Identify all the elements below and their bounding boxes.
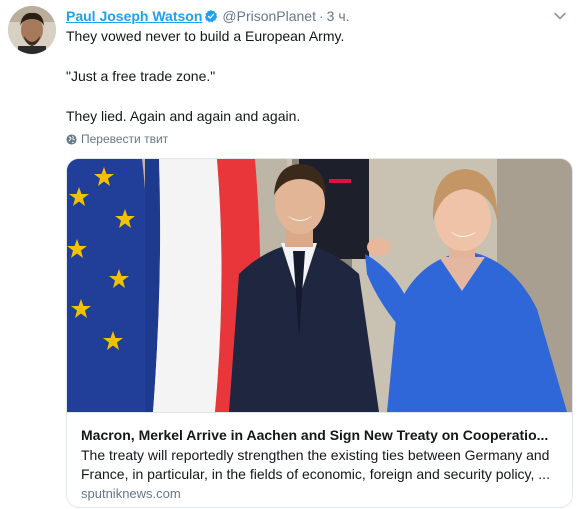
avatar-image — [8, 6, 56, 54]
translate-tweet-link[interactable]: Перевести твит — [66, 131, 168, 147]
chevron-down-icon[interactable] — [553, 9, 567, 23]
link-card[interactable]: Macron, Merkel Arrive in Aachen and Sign… — [66, 158, 573, 508]
card-body: Macron, Merkel Arrive in Aachen and Sign… — [67, 412, 572, 507]
card-domain: sputniknews.com — [81, 486, 181, 501]
card-image — [67, 159, 572, 412]
author-name[interactable]: Paul Joseph Watson — [66, 8, 202, 24]
card-description: The treaty will reportedly strengthen th… — [81, 446, 559, 484]
tweet-header: Paul Joseph Watson @PrisonPlanet · 3 ч. — [66, 7, 579, 27]
tweet-line-3: They lied. Again and again and again. — [66, 108, 301, 124]
card-title: Macron, Merkel Arrive in Aachen and Sign… — [81, 427, 549, 443]
verified-badge-icon — [205, 9, 218, 23]
card-description-line-1: The treaty will reportedly strengthen th… — [81, 447, 550, 463]
translate-label: Перевести твит — [81, 132, 169, 146]
tweet-timestamp[interactable]: 3 ч. — [327, 8, 350, 24]
avatar[interactable] — [8, 6, 56, 54]
tweet: Paul Joseph Watson @PrisonPlanet · 3 ч. The… — [0, 0, 579, 509]
tweet-line-1: They vowed never to build a European Arm… — [66, 28, 345, 44]
tweet-line-2: "Just a free trade zone." — [66, 68, 216, 84]
card-description-line-2: France, in particular, in the fields of … — [81, 466, 550, 482]
author-handle[interactable]: @PrisonPlanet — [222, 8, 316, 24]
separator-dot: · — [318, 8, 324, 24]
tweet-text: They vowed never to build a European Arm… — [66, 26, 556, 126]
globe-icon — [66, 134, 77, 145]
